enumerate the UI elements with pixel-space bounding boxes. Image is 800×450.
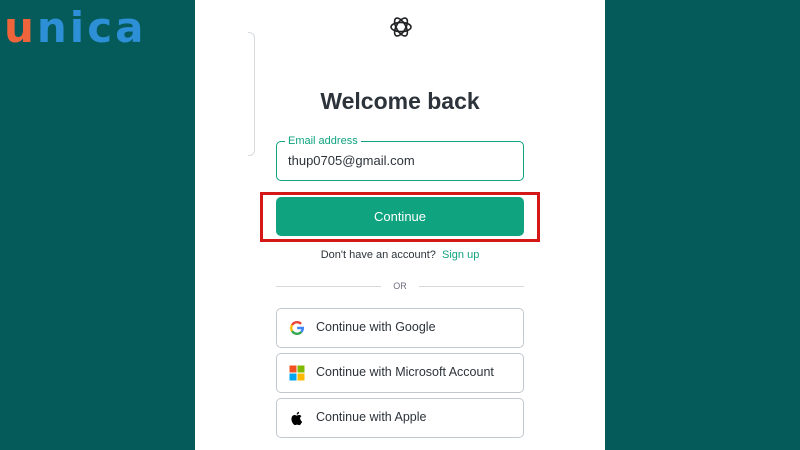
continue-with-google-button[interactable]: Continue with Google: [276, 308, 524, 348]
email-label: Email address: [285, 134, 361, 148]
continue-with-microsoft-button[interactable]: Continue with Microsoft Account: [276, 353, 524, 393]
login-panel: Welcome back Email address thup0705@gmai…: [195, 0, 605, 450]
apple-icon: [289, 410, 305, 426]
signup-link[interactable]: Sign up: [442, 249, 479, 261]
google-icon: [289, 320, 305, 336]
microsoft-label: Continue with Microsoft Account: [316, 365, 494, 379]
openai-logo-icon: [388, 14, 414, 40]
signup-prompt: Don't have an account? Sign up: [195, 249, 605, 261]
microsoft-icon: [289, 365, 305, 381]
google-label: Continue with Google: [316, 320, 436, 334]
or-divider: OR: [276, 279, 524, 293]
divider-text: OR: [393, 281, 407, 291]
brand-rest: nica: [36, 3, 147, 52]
email-value: thup0705@gmail.com: [288, 153, 415, 168]
apple-label: Continue with Apple: [316, 410, 427, 424]
email-field[interactable]: Email address thup0705@gmail.com: [276, 134, 524, 181]
continue-button[interactable]: Continue: [276, 197, 524, 236]
unica-logo: unica: [4, 2, 146, 54]
continue-with-apple-button[interactable]: Continue with Apple: [276, 398, 524, 438]
brand-first-letter: u: [4, 3, 37, 52]
signup-text: Don't have an account?: [320, 249, 436, 261]
page-title: Welcome back: [320, 88, 480, 114]
